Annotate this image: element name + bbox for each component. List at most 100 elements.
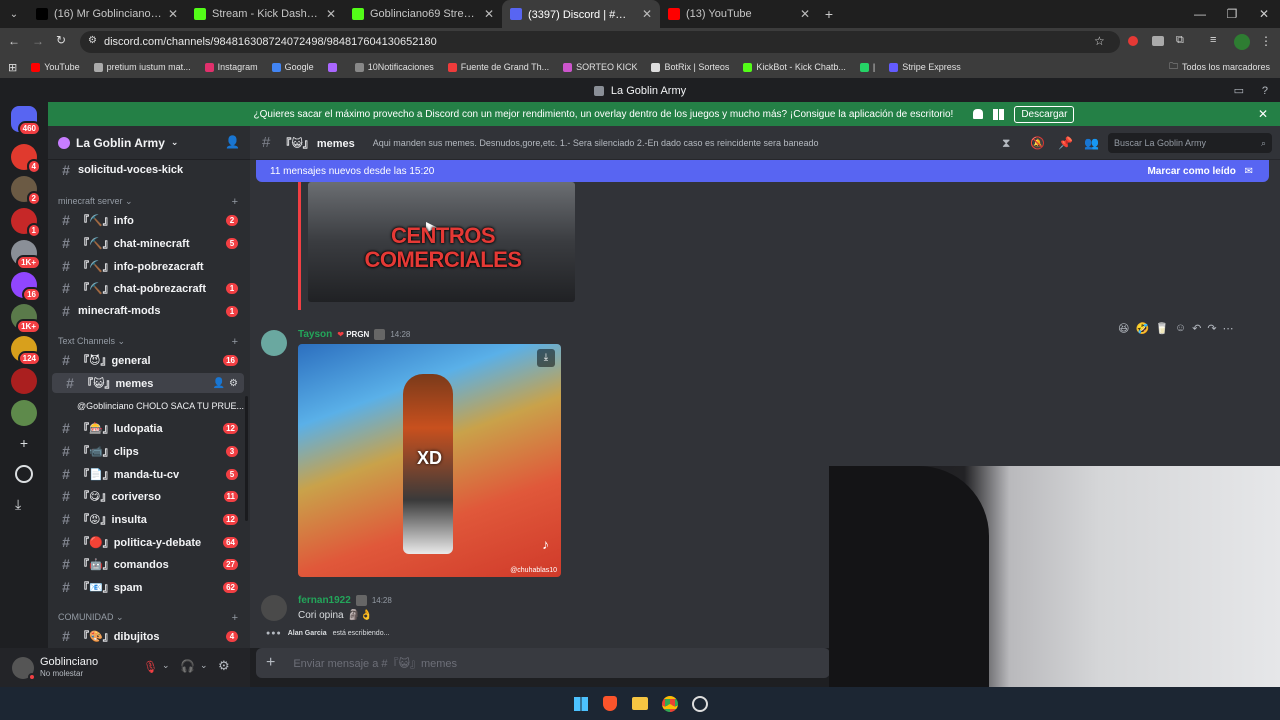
previous-image-attachment[interactable]: ▶ CENTROS COMERCIALES (308, 182, 575, 302)
windows-start-icon[interactable] (574, 697, 588, 711)
app-icon[interactable] (692, 696, 708, 712)
profile-avatar[interactable] (1234, 34, 1250, 50)
settings-gear-icon[interactable]: ⚙ (218, 658, 230, 674)
apps-grid-icon[interactable]: ⊞ (8, 61, 17, 74)
extension-icon[interactable] (1152, 36, 1164, 46)
channel-item[interactable]: # 『⛏️』chat-minecraft 5 (48, 233, 244, 253)
reload-icon[interactable]: ↻ (56, 33, 66, 47)
message-composer[interactable]: + Enviar mensaje a #『😺』memes (256, 648, 830, 678)
headphones-icon[interactable]: 🎧 (180, 659, 195, 673)
channel-item[interactable]: # 『📧』spam 62 (48, 577, 244, 597)
server-icon[interactable]: 1 (11, 208, 41, 238)
channel-item[interactable]: # 『⛏️』chat-pobrezacraft 1 (48, 278, 244, 298)
inbox-icon[interactable]: ▭ (1234, 80, 1244, 102)
download-icon[interactable]: ⤓ (15, 496, 21, 513)
close-tab-icon[interactable]: ✕ (642, 7, 652, 21)
notifications-muted-icon[interactable]: 🔕 (1030, 136, 1045, 150)
server-icon[interactable] (11, 368, 37, 394)
channel-item[interactable]: # 『📄』manda-tu-cv 5 (48, 464, 244, 484)
close-tab-icon[interactable]: ✕ (484, 7, 494, 21)
bookmark-item[interactable]: KickBot - Kick Chatb... (743, 62, 846, 72)
back-icon[interactable]: ← (8, 34, 20, 48)
channel-item[interactable]: # minecraft-mods 1 (48, 301, 244, 321)
bookmark-item[interactable]: BotRix | Sorteos (651, 62, 729, 72)
server-name-header[interactable]: La Goblin Army ⌄ 👤 (48, 126, 250, 160)
bookmark-item[interactable]: Stripe Express (889, 62, 961, 72)
extension-icon[interactable] (1128, 36, 1138, 46)
browser-tab[interactable]: (3397) Discord | #『😺』me ✕ (502, 0, 660, 28)
forward-icon[interactable]: → (32, 34, 44, 48)
search-input[interactable]: Buscar La Goblin Army ⌕ (1108, 133, 1272, 153)
channel-item[interactable]: # 『⛏️』info 2 (48, 210, 244, 230)
server-icon[interactable]: 124 (11, 336, 41, 366)
scrollbar[interactable] (245, 396, 248, 521)
channel-topic[interactable]: Aqui manden sus memes. Desnudos,gore,etc… (373, 138, 819, 148)
channel-item[interactable]: # 『🎰』ludopatia 12 (48, 418, 244, 438)
download-button[interactable]: Descargar (1014, 105, 1075, 123)
add-channel-icon[interactable]: + (232, 336, 238, 348)
explore-icon[interactable] (15, 465, 33, 483)
site-info-icon[interactable]: ⚙ (88, 35, 97, 46)
bookmark-item[interactable]: | (859, 62, 875, 72)
direct-messages-icon[interactable]: 460 (11, 106, 41, 136)
server-icon[interactable]: 16 (11, 272, 41, 302)
channel-item[interactable]: # 『😈』general 16 (48, 350, 244, 370)
bookmark-item[interactable]: SORTEO KICK (563, 62, 637, 72)
browser-menu-icon[interactable]: ⋮ (1260, 34, 1272, 48)
pinned-icon[interactable]: 📌 (1058, 136, 1073, 150)
channel-item[interactable]: # 『🎨』dibujitos 4 (48, 626, 244, 646)
mute-mic-icon[interactable]: 🎙 (143, 660, 158, 674)
server-icon[interactable] (11, 400, 37, 426)
close-tab-icon[interactable]: ✕ (326, 7, 336, 21)
add-channel-icon[interactable]: + (232, 612, 238, 624)
chevron-down-icon[interactable]: ⌄ (162, 660, 170, 671)
restore-icon[interactable]: ❐ (1216, 7, 1248, 21)
help-icon[interactable]: ? (1262, 80, 1268, 102)
channel-category[interactable]: COMUNIDAD ⌄ + (58, 612, 238, 624)
server-icon[interactable]: 2 (11, 176, 41, 206)
bookmark-item[interactable] (327, 62, 341, 72)
member-list-icon[interactable]: 👥 (1084, 136, 1099, 150)
close-window-icon[interactable]: ✕ (1248, 7, 1280, 21)
avatar[interactable] (261, 595, 287, 621)
threads-icon[interactable]: ⧗ (1002, 136, 1010, 151)
message-input[interactable]: Enviar mensaje a #『😺』memes (293, 655, 457, 671)
channel-category[interactable]: Text Channels ⌄ + (58, 336, 238, 348)
bookmark-item[interactable]: pretium iustum mat... (93, 62, 191, 72)
mark-read-button[interactable]: Marcar como leído ✉ (1147, 166, 1253, 177)
media-control-icon[interactable]: ≡ (1210, 34, 1216, 46)
download-icon[interactable]: ⤓ (537, 349, 555, 367)
extensions-puzzle-icon[interactable]: ⧉ (1176, 34, 1184, 47)
avatar[interactable] (12, 656, 36, 681)
browser-tab[interactable]: (16) Mr Goblinciano (@MGobli... ✕ (28, 0, 186, 28)
channel-item[interactable]: # 『🔴』politica-y-debate 64 (48, 532, 244, 552)
close-tab-icon[interactable]: ✕ (168, 7, 178, 21)
bookmark-item[interactable]: Instagram (204, 62, 258, 72)
server-icon[interactable]: 1K+ (11, 304, 41, 334)
channel-item[interactable]: # 『😋』coriverso 11 (48, 486, 244, 506)
all-bookmarks-folder[interactable]: 🗀 Todos los marcadores (1169, 59, 1270, 75)
channel-item[interactable]: # 『😡』insulta 12 (48, 509, 244, 529)
bookmark-item[interactable]: Fuente de Grand Th... (447, 62, 549, 72)
message-author[interactable]: fernan1922 (298, 595, 351, 606)
add-channel-icon[interactable]: + (232, 196, 238, 208)
browser-tab[interactable]: Goblinciano69 Stream - Watch ✕ (344, 0, 502, 28)
invite-icon[interactable]: 👤 (213, 378, 225, 389)
close-tab-icon[interactable]: ✕ (800, 7, 810, 21)
bookmark-item[interactable]: 10Notificaciones (354, 62, 434, 72)
close-banner-icon[interactable]: ✕ (1258, 107, 1268, 121)
channel-item[interactable]: # 『😺』memes 👤 ⚙ (52, 373, 244, 393)
browser-tab[interactable]: (13) YouTube ✕ (660, 0, 818, 28)
channel-item[interactable]: # 『⛏️』info-pobrezacraft (48, 256, 244, 276)
channel-item[interactable]: # solicitud-voces-kick (48, 160, 244, 180)
file-explorer-icon[interactable] (632, 697, 648, 710)
message-author[interactable]: Tayson (298, 329, 332, 340)
add-server-icon[interactable]: + (15, 434, 33, 452)
attach-plus-icon[interactable]: + (266, 654, 275, 672)
add-member-icon[interactable]: 👤 (225, 135, 240, 149)
new-messages-bar[interactable]: 11 mensajes nuevos desde las 15:20 Marca… (256, 160, 1269, 182)
video-attachment[interactable]: XD ⤓ ♪ @chuhablas10 (298, 344, 561, 577)
minimize-icon[interactable]: — (1184, 7, 1216, 21)
url-field[interactable]: discord.com/channels/984816308724072498/… (80, 31, 1120, 53)
avatar[interactable] (261, 330, 287, 356)
